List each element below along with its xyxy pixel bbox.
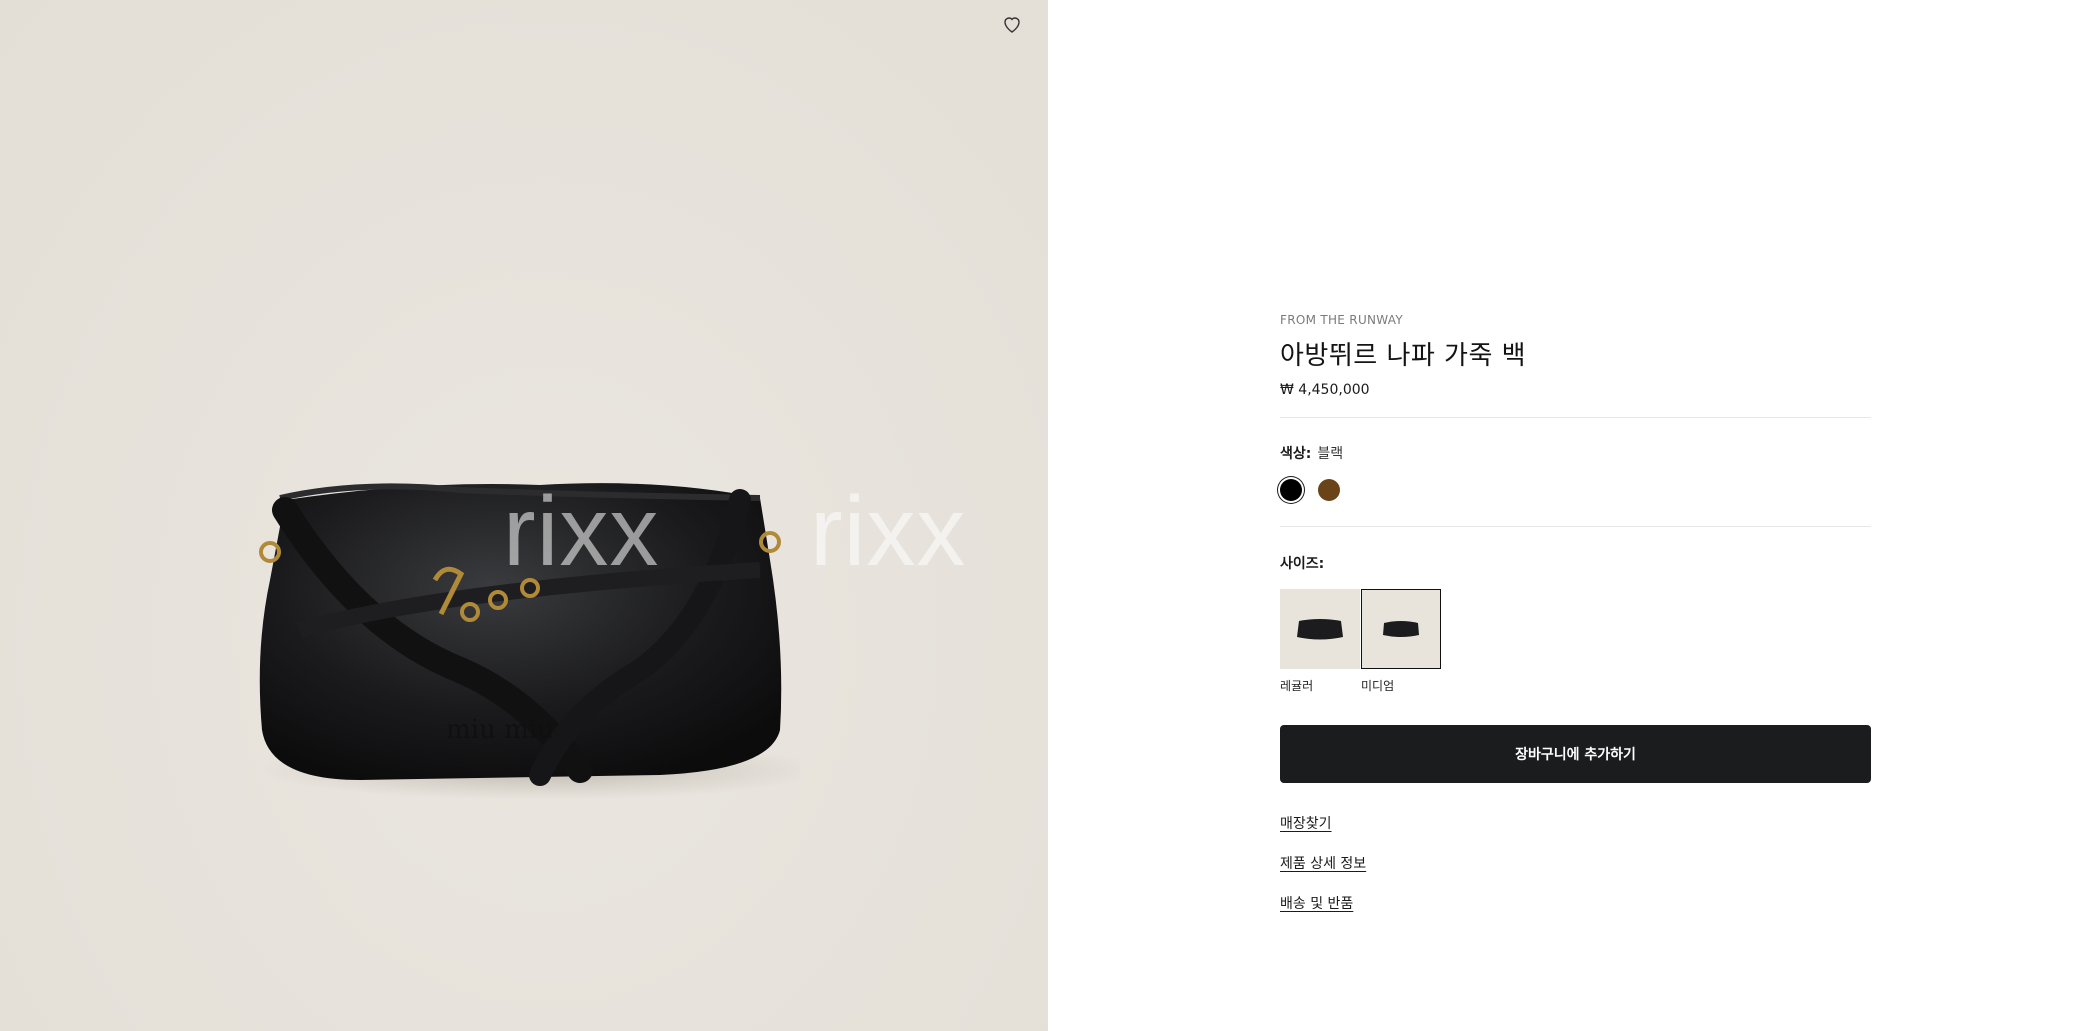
size-option-regular[interactable]: 레귤러 <box>1280 589 1360 694</box>
divider <box>1280 417 1871 418</box>
product-price: ₩ 4,450,000 <box>1280 382 1370 398</box>
product-details-link[interactable]: 제품 상세 정보 <box>1280 853 1366 873</box>
shipping-returns-link[interactable]: 배송 및 반품 <box>1280 893 1353 913</box>
store-locator-link[interactable]: 매장찾기 <box>1280 813 1332 833</box>
color-swatch-brown[interactable] <box>1318 479 1340 501</box>
selected-color: 블랙 <box>1317 446 1344 462</box>
size-thumbnail <box>1361 589 1441 669</box>
collection-label: FROM THE RUNWAY <box>1280 313 1404 327</box>
heart-outline-icon[interactable] <box>1000 12 1024 36</box>
product-title: 아방뛰르 나파 가죽 백 <box>1280 341 1527 371</box>
product-details: FROM THE RUNWAY 아방뛰르 나파 가죽 백 ₩ 4,450,000… <box>1280 313 1871 912</box>
size-label: 사이즈: <box>1280 556 1325 572</box>
divider <box>1280 526 1871 527</box>
size-thumbnail <box>1280 589 1360 669</box>
product-image-panel: miu miu rixx rixx <box>0 0 1048 1031</box>
color-label: 색상: 블랙 <box>1280 443 1343 463</box>
size-option-label: 미디엄 <box>1361 679 1395 693</box>
product-info-panel: FROM THE RUNWAY 아방뛰르 나파 가죽 백 ₩ 4,450,000… <box>1048 0 2084 1031</box>
color-swatch-black[interactable] <box>1280 479 1302 501</box>
svg-text:miu miu: miu miu <box>446 715 554 745</box>
size-option-label: 레귤러 <box>1280 679 1314 693</box>
bag-thumbnail-icon <box>1383 621 1419 637</box>
size-option-medium[interactable]: 미디엄 <box>1361 589 1441 694</box>
bag-thumbnail-icon <box>1297 619 1343 640</box>
add-to-cart-button[interactable]: 장바구니에 추가하기 <box>1280 725 1871 783</box>
color-label-key: 색상: <box>1280 446 1312 462</box>
watermark-text: rixx <box>810 476 967 586</box>
watermark-text: rixx <box>503 476 660 586</box>
